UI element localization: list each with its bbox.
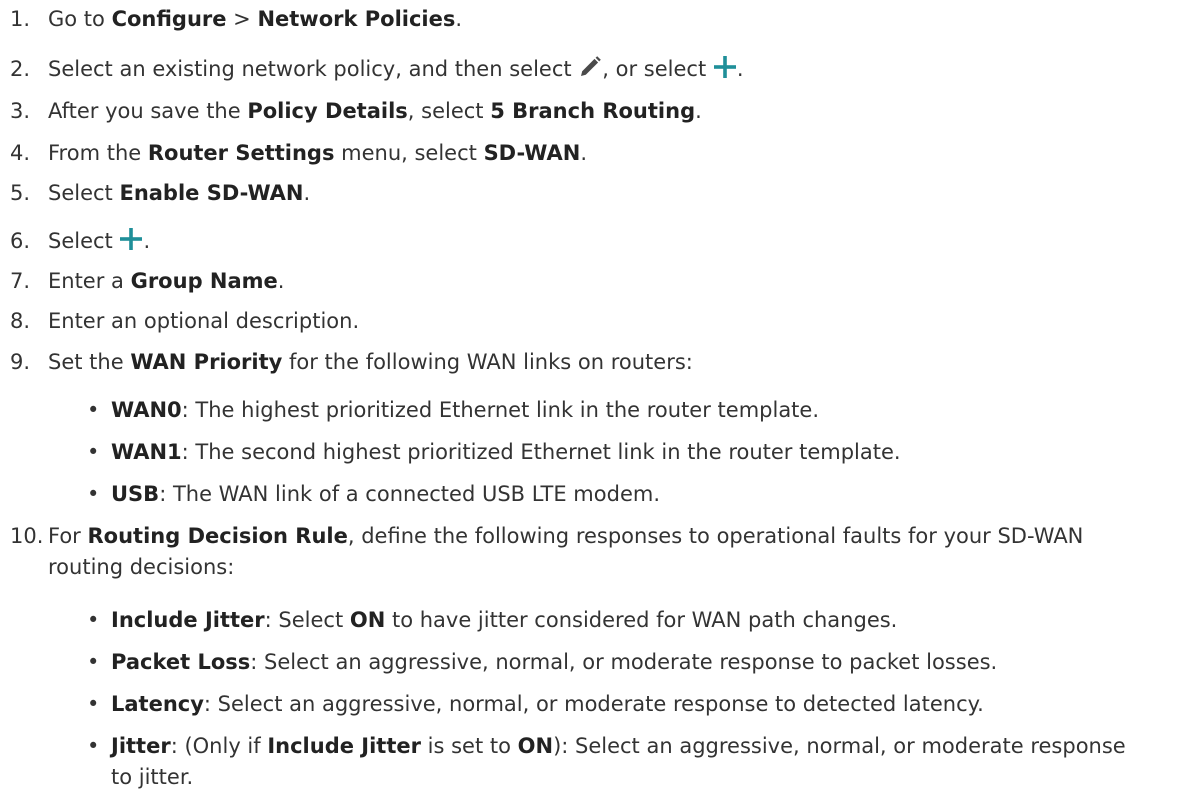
wan-bullet-wan0: • WAN0: The highest prioritized Ethernet … xyxy=(87,395,1164,426)
step-number: 10. xyxy=(10,524,44,548)
bullet-marker: • xyxy=(87,398,100,422)
step-number: 2. xyxy=(10,57,31,81)
step-text: Select Enable SD-WAN. xyxy=(48,181,311,205)
ui-term: Include Jitter xyxy=(111,608,265,632)
ui-term: Configure xyxy=(111,7,227,31)
rule-bullet-packet-loss: • Packet Loss: Select an aggressive, norm… xyxy=(87,647,1164,678)
step-10: 10. For Routing Decision Rule, define the… xyxy=(10,521,1164,583)
ui-term: Policy Details xyxy=(247,99,408,123)
step-number: 8. xyxy=(10,309,31,333)
step-1: 1. Go to Configure > Network Policies. xyxy=(10,4,1164,35)
step-7: 7. Enter a Group Name. xyxy=(10,266,1164,297)
plus-icon xyxy=(713,55,737,88)
step-text: From the Router Settings menu, select SD… xyxy=(48,141,588,165)
step-2: 2. Select an existing network policy, and… xyxy=(10,54,1164,88)
step-9: 9. Set the WAN Priority for the following… xyxy=(10,347,1164,378)
step-3: 3. After you save the Policy Details, sel… xyxy=(10,96,1164,127)
ui-term: Jitter xyxy=(111,734,171,758)
step-5: 5. Select Enable SD-WAN. xyxy=(10,178,1164,209)
bullet-marker: • xyxy=(87,482,100,506)
wan-bullet-usb: • USB: The WAN link of a connected USB LT… xyxy=(87,479,1164,510)
step-number: 6. xyxy=(10,229,31,253)
ui-term: Packet Loss xyxy=(111,650,251,674)
rule-bullet-jitter: • Jitter: (Only if Include Jitter is set … xyxy=(87,731,1164,793)
ui-term: USB xyxy=(111,482,160,506)
step-number: 5. xyxy=(10,181,31,205)
ui-term: Network Policies xyxy=(257,7,456,31)
step-text: After you save the Policy Details, selec… xyxy=(48,99,702,123)
pencil-icon xyxy=(578,55,602,88)
rule-bullet-latency: • Latency: Select an aggressive, normal, … xyxy=(87,689,1164,720)
ui-term: ON xyxy=(349,608,386,632)
plus-icon xyxy=(119,227,143,260)
step-4: 4. From the Router Settings menu, select … xyxy=(10,138,1164,169)
step-text: Select . xyxy=(48,226,150,260)
step-text: Set the WAN Priority for the following W… xyxy=(48,350,693,374)
ui-term: WAN Priority xyxy=(130,350,283,374)
ui-term: Routing Decision Rule xyxy=(87,524,348,548)
step-number: 9. xyxy=(10,350,31,374)
step-text: Enter an optional description. xyxy=(48,309,360,333)
bullet-text: Include Jitter: Select ON to have jitter… xyxy=(111,608,898,632)
step-text: For Routing Decision Rule, define the fo… xyxy=(48,524,1084,579)
rule-bullet-include-jitter: • Include Jitter: Select ON to have jitte… xyxy=(87,605,1164,636)
step-number: 7. xyxy=(10,269,31,293)
step-number: 1. xyxy=(10,7,31,31)
bullet-marker: • xyxy=(87,650,100,674)
step-number: 4. xyxy=(10,141,31,165)
step-text: Select an existing network policy, and t… xyxy=(48,54,744,88)
bullet-text: WAN1: The second highest prioritized Eth… xyxy=(111,440,901,464)
step-6: 6. Select . xyxy=(10,226,1164,260)
bullet-marker: • xyxy=(87,734,100,758)
ui-term: WAN0 xyxy=(111,398,182,422)
ui-term: Include Jitter xyxy=(267,734,421,758)
ui-term: Group Name xyxy=(130,269,278,293)
bullet-text: Latency: Select an aggressive, normal, o… xyxy=(111,692,984,716)
ui-term: SD-WAN xyxy=(483,141,581,165)
procedure-steps: 1. Go to Configure > Network Policies. 2.… xyxy=(0,0,1184,793)
bullet-marker: • xyxy=(87,692,100,716)
step-8: 8. Enter an optional description. xyxy=(10,306,1164,337)
ui-term: Router Settings xyxy=(147,141,335,165)
bullet-marker: • xyxy=(87,440,100,464)
wan-bullet-wan1: • WAN1: The second highest prioritized Et… xyxy=(87,437,1164,468)
step-number: 3. xyxy=(10,99,31,123)
bullet-text: Jitter: (Only if Include Jitter is set t… xyxy=(111,734,1126,789)
ui-term: 5 Branch Routing xyxy=(490,99,696,123)
ui-term: ON xyxy=(517,734,554,758)
ui-term: WAN1 xyxy=(111,440,182,464)
ui-term: Enable SD-WAN xyxy=(119,181,304,205)
step-text: Go to Configure > Network Policies. xyxy=(48,7,463,31)
bullet-text: USB: The WAN link of a connected USB LTE… xyxy=(111,482,660,506)
step-text: Enter a Group Name. xyxy=(48,269,285,293)
bullet-marker: • xyxy=(87,608,100,632)
ui-term: Latency xyxy=(111,692,204,716)
bullet-text: Packet Loss: Select an aggressive, norma… xyxy=(111,650,998,674)
bullet-text: WAN0: The highest prioritized Ethernet l… xyxy=(111,398,820,422)
